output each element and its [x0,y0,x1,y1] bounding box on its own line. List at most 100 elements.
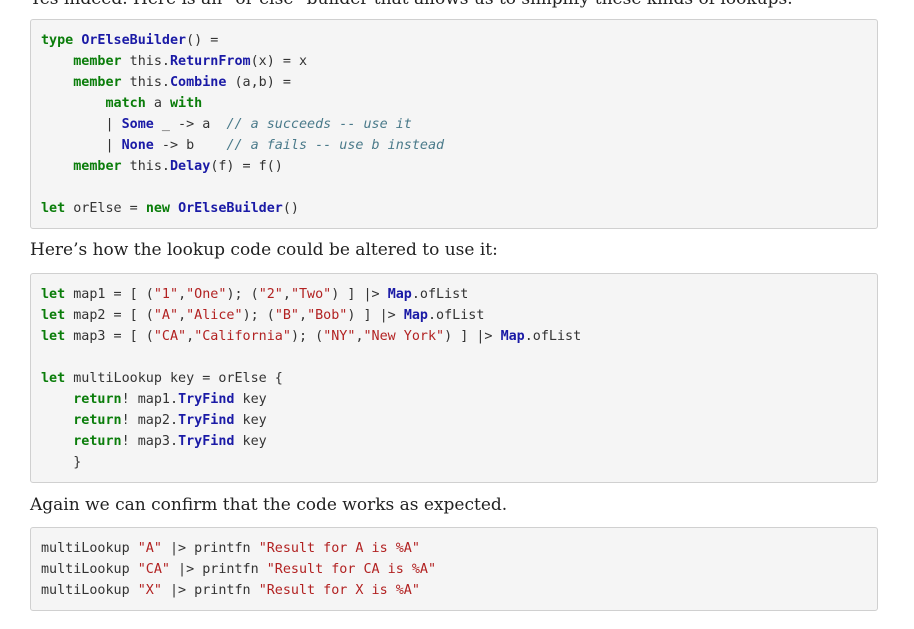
code-token: a [145,96,170,111]
code-token: let [41,287,66,302]
intro-paragraph-cut: Yes indeed. Here is an "or else" builder… [30,0,793,9]
code-token: let [41,371,66,386]
code-block-results: multiLookup "A" |> printfn "Result for A… [30,527,878,611]
code-line: return! map3.TryFind key [41,431,867,452]
code-token: // a fails -- use b instead [226,138,445,153]
code-token: (a,b) = [226,75,291,90]
code-token: , [355,329,364,344]
code-token: TryFind [178,413,235,428]
code-token: (x) = x [250,54,308,69]
code-token: "CA" [153,329,187,344]
code-token: "California" [194,329,291,344]
code-token: , [178,287,187,302]
code-line: member this.Combine (a,b) = [41,72,867,93]
code-token: ); ( [226,287,259,302]
code-token: Map [500,329,525,344]
code-line: let orElse = new OrElseBuilder() [41,198,867,219]
code-token: "X" [137,583,162,598]
code-token: member [73,159,122,174]
code-token: orElse = [65,201,146,216]
code-token: match [105,96,146,111]
code-token: OrElseBuilder [178,201,283,216]
code-token: , [299,308,308,323]
code-token: member [73,75,122,90]
code-token: , [186,329,195,344]
code-token: "1" [153,287,179,302]
code-token: .ofList [411,287,469,302]
code-token: Map [387,287,412,302]
code-token: "B" [274,308,299,323]
code-line: let map3 = [ ("CA","California"); ("NY",… [41,326,867,347]
code-token: None [121,138,154,153]
code-token: (f) = f() [210,159,283,174]
code-token: ) ] |> [444,329,501,344]
code-token: type [41,33,74,48]
code-token: "Result for A is %A" [258,541,420,556]
code-token: new [145,201,170,216]
code-line: multiLookup "CA" |> printfn "Result for … [41,559,867,580]
code-token: "2" [258,287,283,302]
code-token: ); ( [242,308,275,323]
code-token: |> printfn [161,541,259,556]
code-block-orelse-builder: type OrElseBuilder() = member this.Retur… [30,19,878,229]
code-line: multiLookup "X" |> printfn "Result for X… [41,580,867,601]
code-token: multiLookup [41,562,138,577]
code-line: return! map1.TryFind key [41,389,867,410]
code-token: map2 = [ ( [65,308,154,323]
code-token: map3 = [ ( [65,329,154,344]
code-token: with [170,96,203,111]
code-token: let [41,201,66,216]
code-line: member this.ReturnFrom(x) = x [41,51,867,72]
code-token: , [282,287,291,302]
code-token: this. [121,54,170,69]
code-token: Delay [170,159,211,174]
code-token: multiLookup [41,583,138,598]
code-token: Some [121,117,154,132]
code-token: | [41,117,122,132]
code-token: ) ] |> [347,308,404,323]
code-token: ! map3. [121,434,179,449]
code-line: } [41,452,867,473]
code-line: multiLookup "A" |> printfn "Result for A… [41,538,867,559]
code-token: "New York" [363,329,445,344]
code-token: "Alice" [186,308,243,323]
code-line: let map1 = [ ("1","One"); ("2","Two") ] … [41,284,867,305]
code-token: | [41,138,122,153]
code-token: // a succeeds -- use it [226,117,412,132]
code-token: ! map1. [121,392,179,407]
code-token: "Result for X is %A" [258,583,420,598]
code-token: multiLookup key = orElse { [65,371,283,386]
code-token: multiLookup [41,541,138,556]
code-token: key [234,413,267,428]
code-line: return! map2.TryFind key [41,410,867,431]
code-token: ) ] |> [331,287,388,302]
code-token: _ -> a [153,117,227,132]
code-token: "A" [137,541,162,556]
code-token: OrElseBuilder [81,33,187,48]
code-token: key [234,434,267,449]
code-token: let [41,308,66,323]
code-line: member this.Delay(f) = f() [41,156,867,177]
code-token: Map [403,308,428,323]
code-line: | None -> b // a fails -- use b instead [41,135,867,156]
code-token: -> b [153,138,227,153]
code-token: .ofList [524,329,582,344]
code-line: let map2 = [ ("A","Alice"); ("B","Bob") … [41,305,867,326]
code-token: "A" [153,308,179,323]
code-token: return [73,392,122,407]
code-line: match a with [41,93,867,114]
code-token: () [282,201,299,216]
code-token: ReturnFrom [170,54,251,69]
code-token: ); ( [290,329,324,344]
code-token: member [73,54,122,69]
code-token: "CA" [137,562,170,577]
paragraph-lookup-code: Here’s how the lookup code could be alte… [30,240,498,260]
code-block-multilookup: let map1 = [ ("1","One"); ("2","Two") ] … [30,273,878,483]
